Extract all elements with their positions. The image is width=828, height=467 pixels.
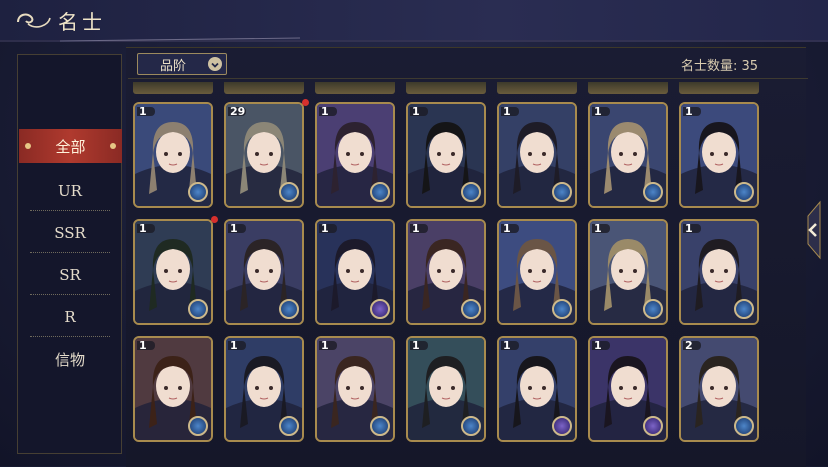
card-edge-partial <box>679 82 759 94</box>
card-edge-partial <box>588 82 668 94</box>
hero-card[interactable]: 29 <box>224 102 304 208</box>
hero-card[interactable]: 1 <box>224 219 304 325</box>
faction-badge-icon <box>370 416 390 436</box>
sidebar-item-ssr[interactable]: SSR <box>30 213 110 253</box>
sidebar-item-label: 全部 <box>55 137 86 156</box>
sidebar-item-label: R <box>64 308 76 326</box>
hero-level: 1 <box>503 105 511 118</box>
faction-badge-icon <box>734 299 754 319</box>
faction-badge-icon <box>461 182 481 202</box>
faction-badge-icon <box>370 182 390 202</box>
hero-card[interactable]: 1 <box>406 219 486 325</box>
hero-card[interactable]: 1 <box>679 219 759 325</box>
hero-level: 1 <box>139 222 147 235</box>
hero-level: 2 <box>685 339 693 352</box>
card-edge-partial <box>133 82 213 94</box>
sidebar-item-token[interactable]: 信物 <box>30 339 110 379</box>
hero-level: 1 <box>321 105 329 118</box>
hero-level: 1 <box>685 105 693 118</box>
hero-level: 1 <box>139 339 147 352</box>
faction-badge-icon <box>279 182 299 202</box>
card-edge-partial <box>497 82 577 94</box>
hero-level: 1 <box>230 222 238 235</box>
faction-badge-icon <box>552 416 572 436</box>
faction-badge-icon <box>643 182 663 202</box>
sidebar-item-label: 信物 <box>54 350 85 369</box>
page-title: 名士 <box>58 10 106 34</box>
hero-level: 1 <box>412 339 420 352</box>
hero-level: 1 <box>594 222 602 235</box>
notification-dot <box>302 99 309 106</box>
collapse-arrow-icon[interactable] <box>800 200 822 260</box>
card-edge-partial <box>315 82 395 94</box>
hero-level: 1 <box>412 222 420 235</box>
faction-badge-icon <box>188 416 208 436</box>
hero-level: 1 <box>139 105 147 118</box>
chevron-down-icon <box>208 57 222 71</box>
hero-card[interactable]: 1 <box>588 336 668 442</box>
faction-badge-icon <box>552 299 572 319</box>
faction-badge-icon <box>279 299 299 319</box>
hero-level: 1 <box>685 222 693 235</box>
card-edge-partial <box>406 82 486 94</box>
divider <box>128 78 808 79</box>
hero-level: 1 <box>321 339 329 352</box>
hero-card[interactable]: 2 <box>679 336 759 442</box>
hero-count: 名士数量: 35 <box>680 59 758 74</box>
hero-card[interactable]: 1 <box>315 219 395 325</box>
faction-badge-icon <box>461 299 481 319</box>
faction-badge-icon <box>188 182 208 202</box>
sidebar-item-label: SR <box>59 266 81 284</box>
faction-badge-icon <box>279 416 299 436</box>
card-edge-partial <box>224 82 304 94</box>
hero-level: 1 <box>503 339 511 352</box>
hero-card[interactable]: 1 <box>406 336 486 442</box>
sidebar-item-ur[interactable]: UR <box>30 171 110 211</box>
hero-level: 29 <box>230 105 246 118</box>
header-ornament <box>0 37 828 42</box>
hero-card[interactable]: 1 <box>497 336 577 442</box>
sidebar-item-label: UR <box>58 182 82 200</box>
faction-badge-icon <box>370 299 390 319</box>
hero-card[interactable]: 1 <box>588 102 668 208</box>
filter-label: 品阶 <box>160 59 187 74</box>
hero-level: 1 <box>321 222 329 235</box>
notification-dot <box>211 216 218 223</box>
faction-badge-icon <box>734 416 754 436</box>
hero-card[interactable]: 1 <box>679 102 759 208</box>
hero-card[interactable]: 1 <box>315 336 395 442</box>
hero-card[interactable]: 1 <box>497 102 577 208</box>
hero-level: 1 <box>503 222 511 235</box>
rank-filter-dropdown[interactable]: 品阶 <box>137 53 227 75</box>
hero-level: 1 <box>230 339 238 352</box>
faction-badge-icon <box>188 299 208 319</box>
hero-card[interactable]: 1 <box>133 219 213 325</box>
faction-badge-icon <box>734 182 754 202</box>
sidebar-item-sr[interactable]: SR <box>30 255 110 295</box>
hero-card[interactable]: 1 <box>133 102 213 208</box>
faction-badge-icon <box>552 182 572 202</box>
hero-level: 1 <box>412 105 420 118</box>
faction-badge-icon <box>643 416 663 436</box>
faction-badge-icon <box>643 299 663 319</box>
hero-card[interactable]: 1 <box>406 102 486 208</box>
sidebar-item-label: SSR <box>54 224 86 242</box>
sidebar-item-r[interactable]: R <box>30 297 110 337</box>
category-sidebar: 全部 UR SSR SR R 信物 <box>17 54 122 454</box>
hero-card[interactable]: 1 <box>588 219 668 325</box>
hero-level: 1 <box>594 105 602 118</box>
hero-card[interactable]: 1 <box>133 336 213 442</box>
hero-card[interactable]: 1 <box>497 219 577 325</box>
hero-card[interactable]: 1 <box>315 102 395 208</box>
hero-card[interactable]: 1 <box>224 336 304 442</box>
faction-badge-icon <box>461 416 481 436</box>
back-swirl-icon[interactable] <box>14 8 54 32</box>
hero-level: 1 <box>594 339 602 352</box>
sidebar-item-all[interactable]: 全部 <box>19 129 122 163</box>
